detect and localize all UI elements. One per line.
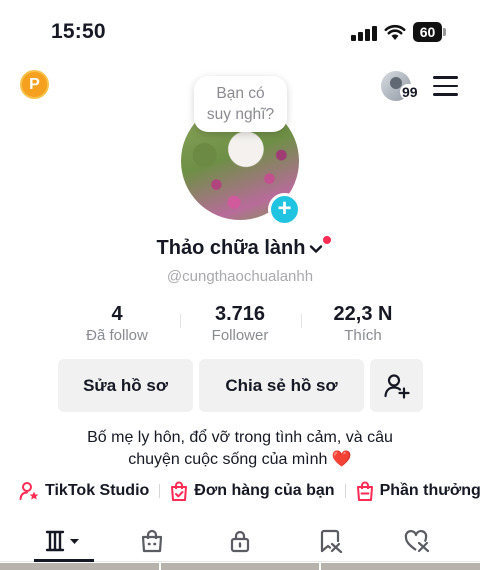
creator-studio-icon [19,482,39,500]
battery-icon: 60 [413,22,446,42]
video-thumbnails[interactable] [0,563,480,570]
orders-bag-icon [171,481,188,501]
stat-divider [301,314,302,328]
battery-level: 60 [413,22,442,42]
wifi-icon [384,24,406,40]
coin-icon[interactable]: P [20,70,49,99]
status-time: 15:50 [51,20,106,43]
stat-value: 3.716 [214,303,266,325]
add-user-icon [384,374,410,399]
stat-following[interactable]: 4 Đã follow [57,303,177,344]
active-tab-indicator [34,559,94,562]
stat-label: Thích [344,327,382,344]
link-label: Đơn hàng của bạn [194,482,335,499]
add-friend-button[interactable] [370,359,423,412]
display-name: Thảo chữa lành [156,237,306,259]
stat-likes[interactable]: 22,3 N Thích [303,303,423,344]
thought-bubble[interactable]: Bạn có suy nghĩ? [194,76,287,132]
your-orders-link[interactable]: Đơn hàng của bạn [170,481,335,501]
tab-private[interactable] [220,520,260,561]
status-bar: 15:50 60 [0,0,480,64]
notification-dot [323,236,332,244]
video-grid-icon [45,530,79,551]
shopping-bag-icon [356,481,373,501]
link-divider [159,484,161,498]
tiktok-studio-link[interactable]: TikTok Studio [19,481,149,501]
video-thumbnail[interactable] [160,563,320,570]
stat-value: 22,3 N [333,303,393,325]
link-divider [344,484,346,498]
tab-favorites[interactable] [310,520,350,561]
profile-tabs [0,520,480,562]
shop-bag-icon [141,529,163,552]
menu-icon[interactable] [433,76,458,96]
heart-hidden-icon [404,529,430,552]
username: @cungthaochualanhh [166,268,314,285]
display-name-row[interactable]: Thảo chữa lành [0,236,480,260]
edit-profile-button[interactable]: Sửa hồ sơ [58,359,193,412]
stat-followers[interactable]: 3.716 Follower [180,303,300,344]
stat-label: Đã follow [86,327,148,344]
tab-shop[interactable] [132,520,172,561]
video-thumbnail[interactable] [0,563,159,570]
add-story-button[interactable]: + [268,193,301,226]
bio-line: Bố mẹ ly hôn, đổ vỡ trong tình cảm, và c… [87,429,393,446]
video-thumbnail[interactable] [321,563,480,570]
stat-value: 4 [111,303,123,325]
bio-line: chuyện cuộc sống của mình ❤️ [128,451,352,468]
bio: Bố mẹ ly hôn, đổ vỡ trong tình cảm, và c… [0,427,480,471]
link-label: TikTok Studio [45,482,150,499]
link-label: Phần thưởng [379,482,480,499]
stat-label: Follower [211,327,269,344]
tab-videos[interactable] [34,520,94,561]
lock-icon [230,530,250,552]
tab-liked[interactable] [397,520,437,561]
chevron-down-icon[interactable] [309,242,323,256]
bookmark-hidden-icon [320,529,343,553]
notification-count-badge: 99 [400,84,420,100]
cellular-signal-icon [351,25,377,41]
rewards-link[interactable]: Phần thưởng [356,481,480,501]
share-profile-button[interactable]: Chia sẻ hồ sơ [199,359,364,412]
profile-links-row: TikTok Studio Đơn hàng của bạn Phần thưở… [19,479,480,503]
